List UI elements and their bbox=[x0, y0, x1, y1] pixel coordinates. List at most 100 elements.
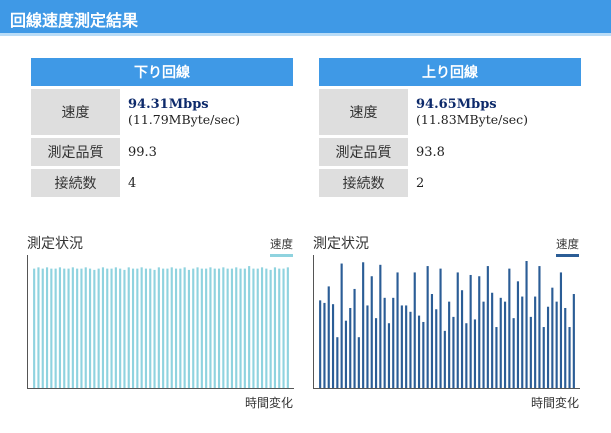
speed-bar bbox=[170, 267, 173, 388]
speed-bar bbox=[119, 268, 122, 388]
speed-bar bbox=[349, 307, 352, 388]
speed-bar bbox=[460, 290, 464, 388]
upload-plot-area bbox=[313, 255, 580, 389]
download-chart: 測定状況 速度 時間変化 bbox=[27, 233, 297, 413]
speed-bar bbox=[226, 268, 229, 388]
speed-bar bbox=[196, 267, 199, 388]
download-legend-label: 速度 bbox=[270, 237, 293, 251]
speed-bar bbox=[336, 337, 339, 388]
speed-bar bbox=[546, 306, 550, 388]
speed-bar bbox=[383, 297, 386, 388]
speed-bar bbox=[123, 269, 126, 388]
speed-bar bbox=[209, 267, 212, 388]
download-legend: 速度 bbox=[270, 236, 293, 257]
speed-bar bbox=[157, 267, 160, 388]
speed-bar bbox=[41, 268, 44, 388]
download-connections-row: 接続数 4 bbox=[31, 169, 293, 197]
speed-bar bbox=[37, 267, 40, 388]
download-quality-row: 測定品質 99.3 bbox=[31, 138, 293, 166]
speed-bar bbox=[136, 268, 139, 388]
speed-bar bbox=[396, 272, 399, 388]
speed-bar bbox=[357, 337, 360, 388]
speed-bar bbox=[269, 269, 272, 388]
speed-bar bbox=[174, 268, 178, 388]
speed-bar bbox=[248, 266, 251, 388]
speed-bar bbox=[525, 261, 528, 388]
speed-bar bbox=[58, 267, 62, 388]
upload-connections-row: 接続数 2 bbox=[319, 169, 581, 197]
speed-bar bbox=[200, 268, 203, 388]
speed-bar bbox=[534, 296, 537, 388]
speed-bar bbox=[252, 268, 255, 388]
speed-bar bbox=[166, 268, 169, 388]
speed-bar bbox=[362, 262, 365, 388]
speed-bar bbox=[551, 287, 554, 388]
download-connections-label: 接続数 bbox=[31, 169, 120, 197]
speed-bar bbox=[465, 323, 468, 388]
upload-connections-value: 2 bbox=[416, 175, 425, 191]
speed-bar bbox=[278, 268, 281, 388]
download-quality-value: 99.3 bbox=[128, 144, 157, 160]
speed-bar bbox=[127, 267, 130, 388]
speed-bar bbox=[149, 268, 152, 388]
speed-bar bbox=[239, 268, 242, 388]
speed-bar bbox=[183, 267, 186, 388]
download-speed-mbps: 94.31Mbps bbox=[128, 97, 209, 112]
speed-bar bbox=[33, 268, 36, 388]
speed-bar bbox=[542, 327, 545, 388]
download-bars bbox=[33, 266, 289, 388]
speed-bar bbox=[71, 267, 74, 388]
speed-bar bbox=[273, 267, 277, 388]
upload-speed-mbyte: (11.83MByte/sec) bbox=[416, 112, 529, 127]
upload-speed-value: 94.65Mbps (11.83MByte/sec) bbox=[408, 89, 581, 135]
speed-bar bbox=[448, 301, 451, 388]
speed-bar bbox=[93, 269, 96, 388]
speed-bar bbox=[101, 267, 105, 388]
speed-bar bbox=[217, 268, 221, 388]
download-plot-area bbox=[27, 255, 294, 389]
speed-bar bbox=[516, 281, 520, 388]
download-chart-title: 測定状況 bbox=[27, 236, 83, 252]
upload-connections-label: 接続数 bbox=[319, 169, 408, 197]
speed-bar bbox=[409, 311, 412, 388]
speed-bar bbox=[110, 268, 113, 388]
speed-bar bbox=[153, 269, 156, 388]
download-panel: 下り回線 速度 94.31Mbps (11.79MByte/sec) 測定品質 … bbox=[31, 58, 293, 197]
speed-bar bbox=[50, 268, 53, 388]
speed-bar bbox=[162, 268, 165, 388]
speed-bar bbox=[45, 267, 49, 388]
upload-x-label: 時間変化 bbox=[530, 396, 579, 410]
upload-quality-row: 測定品質 93.8 bbox=[319, 138, 581, 166]
speed-bar bbox=[331, 304, 335, 388]
upload-bars bbox=[319, 261, 575, 388]
speed-bar bbox=[491, 292, 494, 388]
speed-bar bbox=[478, 276, 481, 388]
speed-bar bbox=[486, 266, 489, 388]
speed-bar bbox=[512, 318, 515, 388]
speed-bar bbox=[54, 268, 57, 388]
download-speed-label: 速度 bbox=[31, 89, 120, 135]
speed-bar bbox=[568, 327, 571, 388]
speed-bar bbox=[422, 321, 425, 388]
speed-bar bbox=[187, 269, 191, 388]
upload-chart: 測定状況 速度 時間変化 bbox=[313, 233, 583, 413]
speed-bar bbox=[243, 268, 246, 388]
upload-speed-label: 速度 bbox=[319, 89, 408, 135]
speed-bar bbox=[392, 297, 395, 388]
speed-bar bbox=[538, 266, 541, 388]
speed-bar bbox=[572, 294, 575, 388]
download-quality-label: 測定品質 bbox=[31, 138, 120, 166]
upload-speed-mbps: 94.65Mbps bbox=[416, 97, 497, 112]
speed-bar bbox=[76, 268, 79, 388]
speed-bar bbox=[559, 272, 563, 388]
speed-bar bbox=[256, 268, 259, 388]
speed-bar bbox=[555, 301, 558, 388]
speed-bar bbox=[435, 309, 438, 388]
speed-bar bbox=[482, 301, 485, 388]
speed-bar bbox=[80, 268, 83, 388]
upload-quality-label: 測定品質 bbox=[319, 138, 408, 166]
speed-bar bbox=[319, 300, 322, 388]
speed-bar bbox=[323, 302, 326, 388]
speed-bar bbox=[179, 268, 182, 388]
speed-bar bbox=[387, 323, 391, 388]
